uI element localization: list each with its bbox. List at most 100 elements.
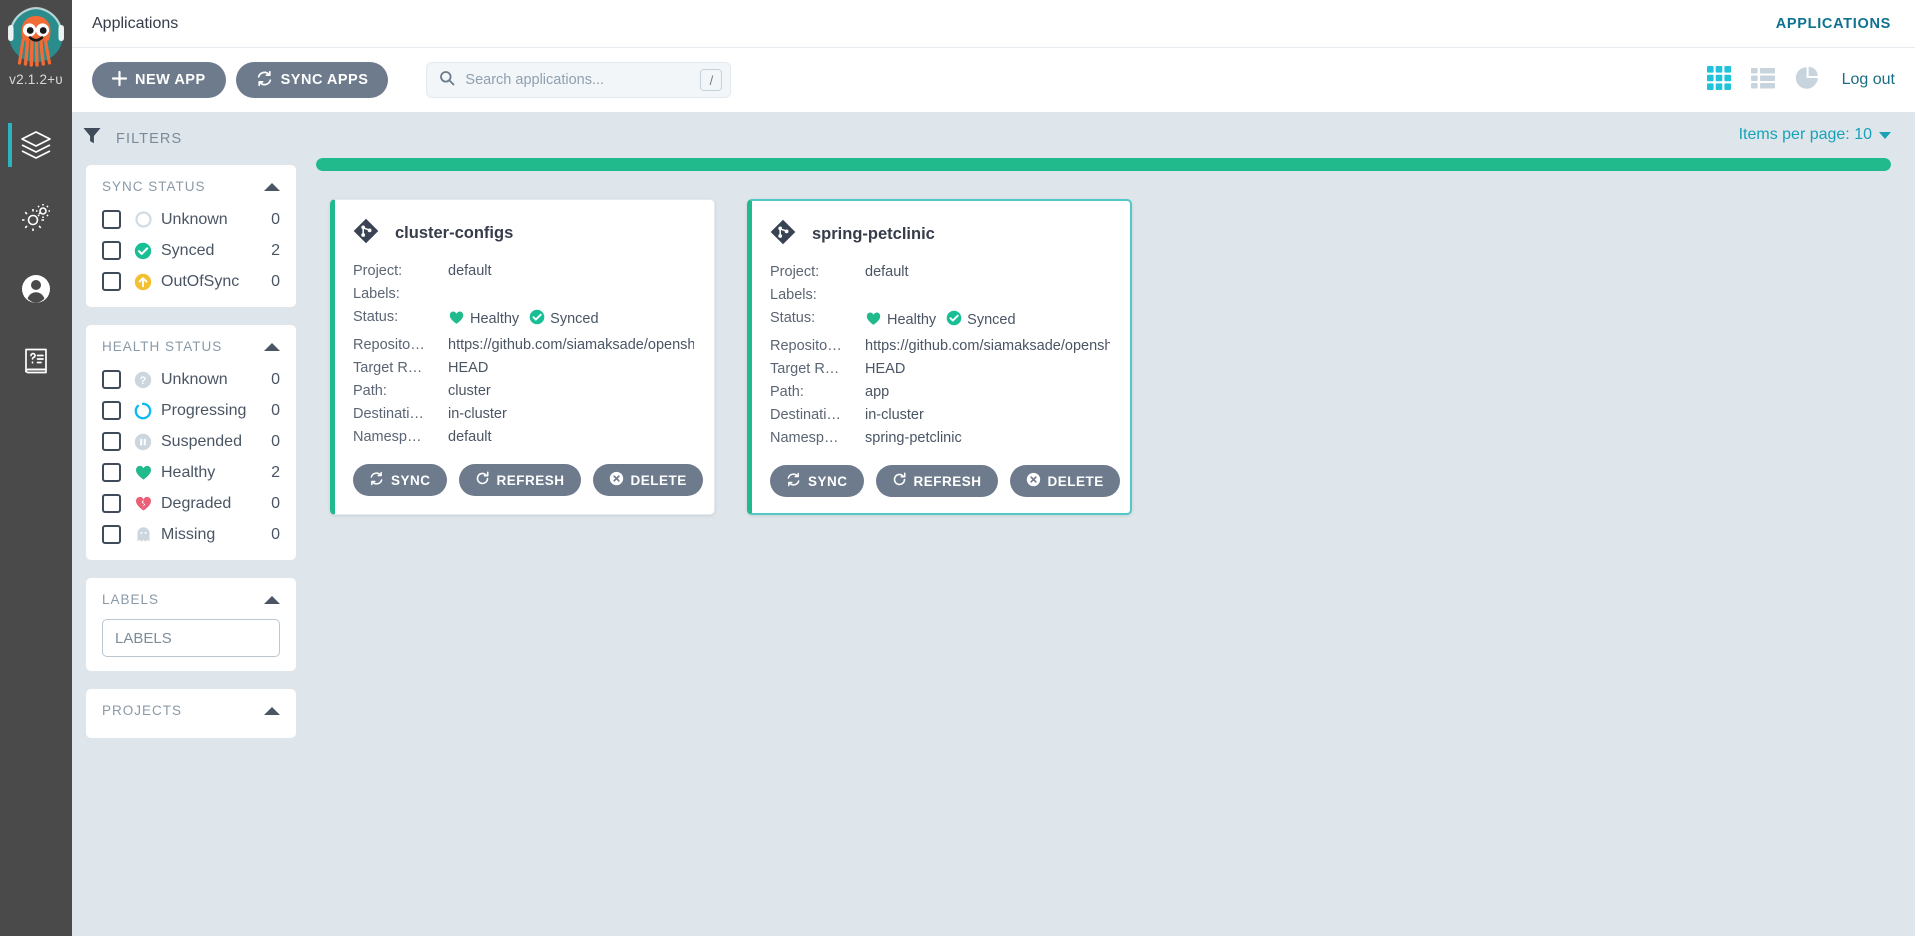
applications-toolbar: Items per page: 10 <box>310 112 1897 158</box>
layers-icon <box>19 128 53 162</box>
application-card[interactable]: cluster-configs Project: default Labels: <box>330 199 715 515</box>
filter-item-unknown-sync[interactable]: Unknown 0 <box>86 204 296 235</box>
filter-checkbox[interactable] <box>102 463 121 482</box>
search-input[interactable] <box>465 72 700 88</box>
filters-panel: FILTERS SYNC STATUS Unknown 0 <box>72 112 310 936</box>
application-card[interactable]: spring-petclinic Project: default Labels… <box>747 199 1132 515</box>
argo-logo[interactable] <box>5 6 67 68</box>
filter-item-count: 2 <box>271 242 280 260</box>
sidebar-item-applications[interactable] <box>0 109 72 181</box>
refresh-button[interactable]: REFRESH <box>459 464 581 496</box>
card-field-row: Labels: <box>770 283 1110 306</box>
field-value: default <box>865 264 909 280</box>
filter-checkbox[interactable] <box>102 401 121 420</box>
filter-item-synced[interactable]: Synced 2 <box>86 235 296 266</box>
filter-item-count: 0 <box>271 526 280 544</box>
search-shortcut-badge: / <box>700 69 722 91</box>
version-label: v2.1.2+ᴜ <box>0 72 72 87</box>
page-title: Applications <box>92 15 178 33</box>
filters-header: FILTERS <box>72 112 310 165</box>
card-field-row: Destinati… in-cluster <box>770 403 1110 426</box>
sidebar-nav <box>0 109 72 397</box>
filter-item-healthy[interactable]: Healthy 2 <box>86 457 296 488</box>
arrow-up-circle-yellow-icon <box>134 273 152 291</box>
filter-item-label: Unknown <box>161 211 271 229</box>
pause-circle-gray-icon <box>134 433 152 451</box>
sync-button[interactable]: SYNC <box>353 464 447 496</box>
filter-item-label: Suspended <box>161 433 271 451</box>
left-sidebar: v2.1.2+ᴜ <box>0 0 72 936</box>
chevron-up-icon[interactable] <box>264 343 280 351</box>
filter-item-suspended[interactable]: Suspended 0 <box>86 426 296 457</box>
chevron-up-icon[interactable] <box>264 596 280 604</box>
search-box[interactable]: / <box>426 62 731 98</box>
sync-button-label: SYNC <box>391 473 431 488</box>
filter-checkbox[interactable] <box>102 370 121 389</box>
filter-checkbox[interactable] <box>102 494 121 513</box>
new-app-button[interactable]: NEW APP <box>92 62 226 98</box>
chevron-up-icon[interactable] <box>264 707 280 715</box>
filter-checkbox[interactable] <box>102 525 121 544</box>
filter-item-missing[interactable]: Missing 0 <box>86 519 296 550</box>
sync-icon <box>786 472 801 490</box>
sync-button[interactable]: SYNC <box>770 465 864 497</box>
argocd-application: v2.1.2+ᴜ <box>0 0 1915 936</box>
delete-button[interactable]: DELETE <box>593 464 703 496</box>
card-field-row: Namesp… default <box>353 425 694 448</box>
delete-button[interactable]: DELETE <box>1010 465 1120 497</box>
filter-section-header[interactable]: SYNC STATUS <box>86 177 296 204</box>
filter-checkbox[interactable] <box>102 241 121 260</box>
question-circle-gray-icon: ? <box>134 371 152 389</box>
card-field-row: Project: default <box>770 260 1110 283</box>
logout-button[interactable]: Log out <box>1842 71 1895 89</box>
sync-apps-label: SYNC APPS <box>281 72 369 88</box>
check-circle-green-icon <box>529 309 545 329</box>
toolbar: NEW APP SYNC APPS / <box>72 48 1915 112</box>
filter-section-title: HEALTH STATUS <box>102 339 222 354</box>
heart-broken-red-icon <box>134 495 152 513</box>
heart-green-icon <box>134 464 152 482</box>
filter-item-outofsync[interactable]: OutOfSync 0 <box>86 266 296 297</box>
svg-text:?: ? <box>140 375 147 387</box>
filter-section-header[interactable]: LABELS <box>86 590 296 617</box>
health-status-label: Healthy <box>887 312 936 328</box>
application-name: spring-petclinic <box>812 225 935 244</box>
git-repo-icon <box>353 218 379 249</box>
filter-checkbox[interactable] <box>102 432 121 451</box>
filter-item-degraded[interactable]: Degraded 0 <box>86 488 296 519</box>
circle-outline-gray-icon <box>134 211 152 229</box>
labels-input[interactable] <box>102 619 280 657</box>
tiles-view-icon[interactable] <box>1706 65 1732 96</box>
delete-circle-icon <box>1026 472 1041 490</box>
gears-icon <box>19 200 53 234</box>
filter-section-header[interactable]: PROJECTS <box>86 701 296 728</box>
sidebar-item-user-info[interactable] <box>0 253 72 325</box>
summary-view-icon[interactable] <box>1794 65 1820 96</box>
items-per-page-dropdown[interactable]: Items per page: 10 <box>1739 126 1891 144</box>
filter-checkbox[interactable] <box>102 210 121 229</box>
field-value: app <box>865 384 889 400</box>
filter-item-label: OutOfSync <box>161 273 271 291</box>
card-actions: SYNC REFRESH <box>353 464 694 496</box>
filter-section-projects: PROJECTS <box>86 689 296 738</box>
check-circle-green-icon <box>134 242 152 260</box>
sync-status: Synced <box>946 310 1015 330</box>
heart-green-icon <box>448 309 465 330</box>
field-key: Path: <box>770 384 865 400</box>
filter-checkbox[interactable] <box>102 272 121 291</box>
field-value: HEAD <box>865 361 905 377</box>
filter-item-progressing[interactable]: Progressing 0 <box>86 395 296 426</box>
sidebar-item-documentation[interactable] <box>0 325 72 397</box>
filter-item-unknown-health[interactable]: ? Unknown 0 <box>86 364 296 395</box>
list-view-icon[interactable] <box>1750 65 1776 96</box>
filter-section-header[interactable]: HEALTH STATUS <box>86 337 296 364</box>
sync-apps-button[interactable]: SYNC APPS <box>236 62 389 98</box>
refresh-button[interactable]: REFRESH <box>876 465 998 497</box>
card-field-row: Path: cluster <box>353 379 694 402</box>
help-book-icon <box>20 345 52 377</box>
delete-button-label: DELETE <box>1048 474 1104 489</box>
card-field-row-status: Status: Healthy <box>353 305 694 333</box>
chevron-up-icon[interactable] <box>264 183 280 191</box>
field-value: https://github.com/siamaksade/openshif… <box>865 338 1110 354</box>
sidebar-item-settings[interactable] <box>0 181 72 253</box>
